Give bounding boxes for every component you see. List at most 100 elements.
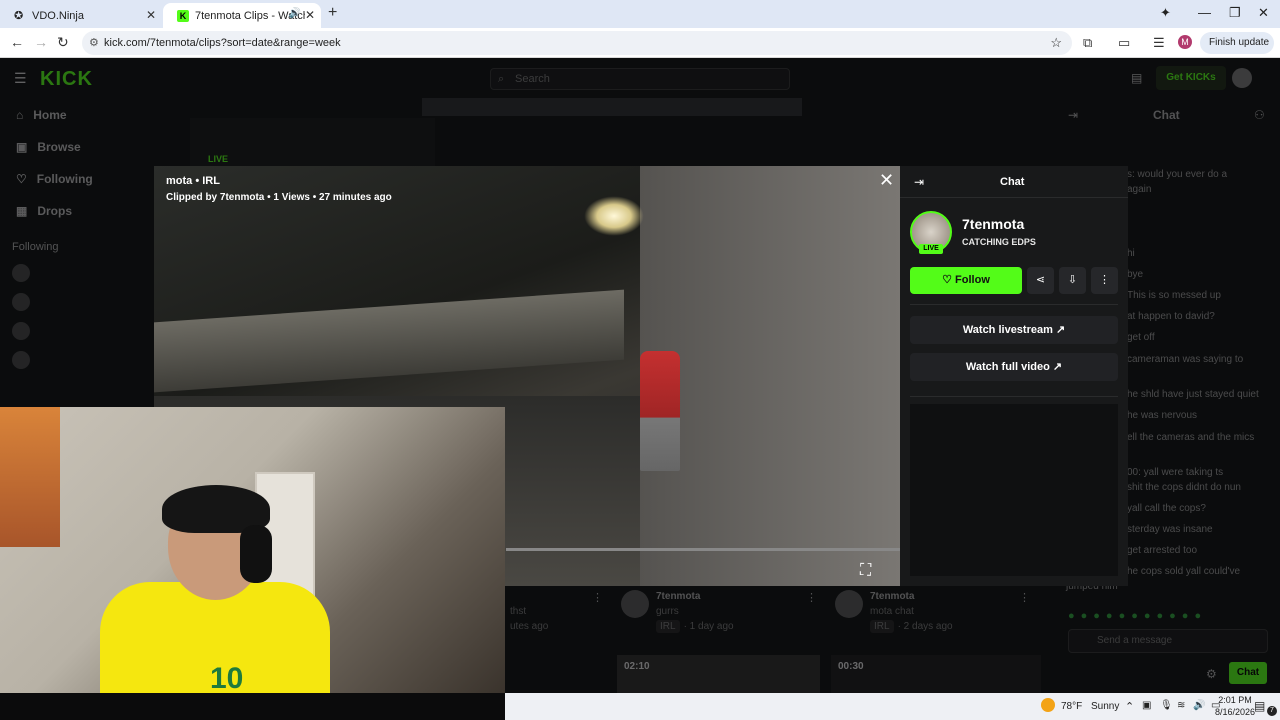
tray-overflow-icon[interactable]: ⌃ xyxy=(1125,700,1134,713)
divider xyxy=(910,304,1118,305)
tray-app-icon[interactable]: ▣ xyxy=(1142,700,1151,711)
maximize-icon[interactable]: ❐ xyxy=(1229,5,1241,21)
tag-chip[interactable]: IRL xyxy=(870,620,894,633)
avatar[interactable] xyxy=(12,264,30,282)
kick-logo[interactable]: KICK xyxy=(40,68,93,91)
menu-icon[interactable]: ☰ xyxy=(14,70,27,87)
volume-icon[interactable]: 🔊 xyxy=(1193,700,1205,711)
notification-count-badge: 7 xyxy=(1267,706,1277,716)
site-settings-icon[interactable]: ⚙ xyxy=(89,31,99,55)
chat-message: again xyxy=(1127,184,1152,195)
finish-update-button[interactable]: Finish update ⋮ xyxy=(1200,32,1274,70)
new-tab-button[interactable]: + xyxy=(328,4,337,22)
send-chat-button[interactable]: Chat xyxy=(1229,662,1267,684)
back-icon[interactable]: ← xyxy=(10,34,24,50)
heart-icon: ♡ xyxy=(16,172,27,186)
collapse-icon[interactable]: ⇥ xyxy=(1068,108,1078,122)
weather-sun-icon[interactable] xyxy=(1041,698,1055,712)
close-tab-icon[interactable]: ✕ xyxy=(305,8,315,22)
audio-playing-icon[interactable]: 🔊 xyxy=(289,8,301,19)
weather-temp[interactable]: 78°F xyxy=(1061,701,1082,712)
stream-category: CATCHING EDPS xyxy=(962,237,1036,247)
sidebar-item-following[interactable]: ♡ Following xyxy=(16,172,93,186)
download-button[interactable]: ⇩ xyxy=(1059,267,1086,294)
fullscreen-icon[interactable]: ⛶ xyxy=(860,562,871,580)
extensions-icon[interactable]: ⧉ xyxy=(1083,35,1092,51)
chat-message: bye xyxy=(1127,269,1144,280)
url-text: kick.com/7tenmota/clips?sort=date&range=… xyxy=(104,37,341,49)
video-frame-light xyxy=(584,196,644,236)
follow-label: Follow xyxy=(955,274,990,286)
channel-name[interactable]: 7tenmota xyxy=(962,216,1024,232)
divider xyxy=(910,396,1118,397)
search-input[interactable]: ⌕ Search xyxy=(490,68,790,90)
clip-card-channel[interactable]: 7tenmota xyxy=(656,591,700,602)
profile-avatar[interactable]: M xyxy=(1178,35,1192,49)
avatar[interactable] xyxy=(12,351,30,369)
chat-input[interactable]: Send a message xyxy=(1068,629,1268,653)
follow-button[interactable]: ♡ Follow xyxy=(910,267,1022,294)
sidebar-item-browse[interactable]: ▣ Browse xyxy=(16,140,81,154)
minimize-icon[interactable]: — xyxy=(1198,5,1211,20)
clip-card-meta: IRL · 2 days ago xyxy=(870,620,953,633)
sidebar-item-label: Drops xyxy=(37,204,73,218)
chat-message: he was nervous xyxy=(1127,410,1198,421)
address-bar-row: ← → ↻ ⚙ kick.com/7tenmota/clips?sort=dat… xyxy=(0,28,1280,70)
weather-condition[interactable]: Sunny xyxy=(1091,701,1119,712)
more-options-icon[interactable]: ⋮ xyxy=(1019,591,1030,604)
clock-time[interactable]: 2:01 PM xyxy=(1210,695,1260,705)
video-progress-bar[interactable] xyxy=(506,548,900,551)
avatar[interactable] xyxy=(835,590,863,618)
headphones-icon xyxy=(240,525,272,583)
tab-vdo-ninja[interactable]: ✪ VDO.Ninja ✕ xyxy=(0,3,162,28)
url-field[interactable]: ⚙ kick.com/7tenmota/clips?sort=date&rang… xyxy=(82,31,1072,55)
tag-chip[interactable]: IRL xyxy=(656,620,680,633)
cast-icon[interactable]: ▭ xyxy=(1118,35,1130,51)
chat-message: s: would you ever do a xyxy=(1127,169,1228,180)
user-avatar[interactable] xyxy=(1232,68,1252,88)
clip-card-channel[interactable]: 7tenmota xyxy=(870,591,914,602)
tab-kick-clips[interactable]: K 7tenmota Clips - Watch Liv 🔊 ✕ xyxy=(163,3,321,28)
close-modal-icon[interactable]: ✕ xyxy=(879,170,894,191)
reload-icon[interactable]: ↻ xyxy=(57,34,69,51)
heart-icon: ♡ xyxy=(942,274,952,286)
chat-panel-title: Chat xyxy=(1000,176,1025,188)
close-tab-icon[interactable]: ✕ xyxy=(146,8,156,22)
more-options-icon[interactable]: ⋮ xyxy=(806,591,817,604)
tab-title: VDO.Ninja xyxy=(32,9,84,22)
theater-icon[interactable]: ▤ xyxy=(1131,71,1142,85)
more-options-icon[interactable]: ⋮ xyxy=(592,591,603,604)
chat-message: get arrested too xyxy=(1127,545,1198,556)
close-window-icon[interactable]: ✕ xyxy=(1258,5,1269,21)
get-kicks-button[interactable]: Get KICKs xyxy=(1156,66,1226,90)
microphone-icon[interactable]: 🎙 xyxy=(1160,700,1173,711)
users-icon[interactable]: ⚇ xyxy=(1254,108,1265,122)
clip-chat-panel: ⇥ Chat LIVE 7tenmota CATCHING EDPS ♡ Fol… xyxy=(900,166,1128,586)
reading-list-icon[interactable]: ☰ xyxy=(1153,35,1165,51)
share-button[interactable]: ⋖ xyxy=(1027,267,1054,294)
background-thumbnail xyxy=(422,98,802,116)
clip-card-title[interactable]: gurrs xyxy=(656,606,679,617)
watch-full-video-button[interactable]: Watch full video ↗ xyxy=(910,353,1118,381)
avatar[interactable] xyxy=(621,590,649,618)
partial-clip-title[interactable]: thst xyxy=(510,606,526,617)
more-options-button[interactable]: ⋮ xyxy=(1091,267,1118,294)
bookmark-star-icon[interactable]: ☆ xyxy=(1050,31,1062,55)
sidebar-item-home[interactable]: ⌂ Home xyxy=(16,108,67,122)
collapse-chat-icon[interactable]: ⇥ xyxy=(914,175,924,189)
emote-bar[interactable]: ●●●●●●●●●●● xyxy=(1068,606,1278,622)
clip-chat-replay xyxy=(910,404,1118,576)
clip-card-title[interactable]: mota chat xyxy=(870,606,914,617)
gemini-sparkle-icon[interactable]: ✦ xyxy=(1160,5,1171,21)
settings-gear-icon[interactable]: ⚙ xyxy=(1206,667,1217,681)
wifi-icon[interactable]: ≋ xyxy=(1177,700,1185,711)
emote-icons[interactable]: ●●●●●●●●●●● xyxy=(1068,610,1207,622)
avatar[interactable] xyxy=(12,322,30,340)
search-icon: ⌕ xyxy=(498,73,505,85)
watch-livestream-button[interactable]: Watch livestream ↗ xyxy=(910,316,1118,344)
notification-icon[interactable]: ▤ xyxy=(1254,699,1265,713)
live-badge: LIVE xyxy=(208,154,229,164)
forward-icon[interactable]: → xyxy=(34,34,48,50)
sidebar-item-drops[interactable]: ▦ Drops xyxy=(16,204,72,218)
avatar[interactable] xyxy=(12,293,30,311)
